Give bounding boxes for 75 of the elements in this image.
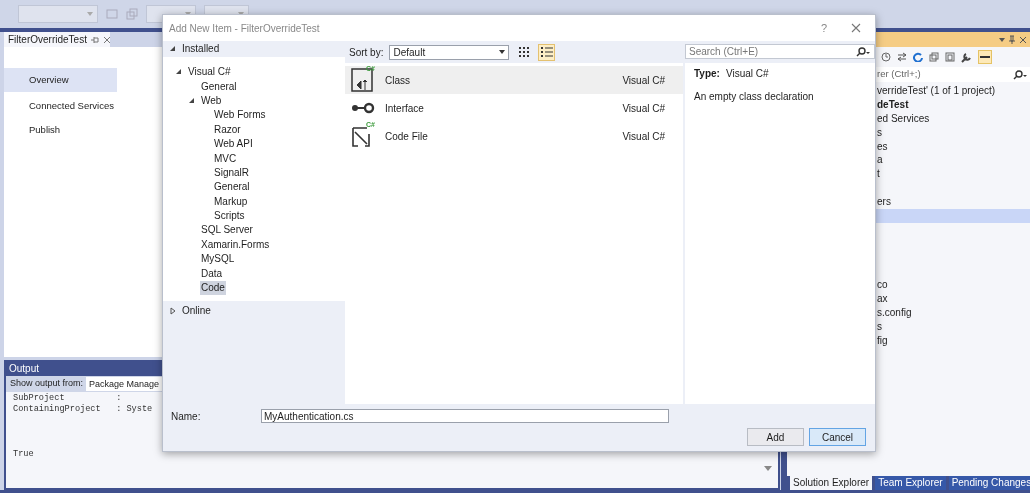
files-icon[interactable]: [945, 52, 955, 62]
field-label: Name:: [171, 409, 202, 424]
expand-arrow-icon[interactable]: [169, 307, 176, 315]
field-label: Type:: [694, 67, 720, 81]
caret-icon: [87, 12, 93, 16]
sync-icon[interactable]: [897, 52, 907, 62]
collapse-icon[interactable]: [929, 52, 939, 62]
name-field[interactable]: MyAuthentication.cs: [261, 409, 669, 423]
help-button[interactable]: ?: [820, 19, 827, 37]
grid-view-icon: [517, 46, 530, 58]
pin-icon[interactable]: [90, 35, 99, 44]
tree-item[interactable]: General: [200, 79, 238, 94]
collapse-arrow-icon[interactable]: [175, 68, 182, 77]
template-language: Visual C#: [622, 101, 665, 116]
template-name: Class: [385, 73, 411, 88]
tree-item[interactable]: Web API: [213, 137, 254, 152]
class-file-icon: [351, 68, 375, 92]
template-name: Interface: [385, 101, 425, 116]
description-text: An empty class declaration: [694, 90, 815, 104]
tree-item[interactable]: Visual C#: [187, 65, 232, 80]
scroll-down-icon[interactable]: [764, 466, 772, 472]
window-title: Add New Item - FilterOverrideTest: [169, 21, 321, 36]
tree-item[interactable]: Xamarin.Forms: [200, 237, 271, 252]
tree-item[interactable]: Scripts: [213, 209, 246, 224]
panel-tab[interactable]: Pending Changes: [948, 476, 1030, 490]
output-line: True: [13, 449, 35, 460]
nav-item[interactable]: Overview: [4, 68, 117, 92]
field-label: Show output from:: [10, 377, 84, 391]
history-icon[interactable]: [881, 52, 891, 62]
document-tab[interactable]: FilterOverrideTest: [4, 32, 110, 47]
tree-item[interactable]: MySQL: [200, 252, 236, 267]
sort-dropdown[interactable]: Default: [389, 44, 510, 60]
tree-item[interactable]: Installed: [181, 42, 221, 56]
collapse-arrow-icon[interactable]: [169, 45, 176, 53]
wrench-icon[interactable]: [961, 51, 972, 63]
search-icon: [855, 46, 871, 57]
dialog-button[interactable]: Cancel: [809, 428, 866, 446]
tree-item[interactable]: SQL Server: [200, 223, 254, 238]
pin-icon[interactable]: [1009, 35, 1015, 44]
close-icon[interactable]: [1019, 35, 1027, 44]
template-name: Code File: [385, 129, 429, 144]
dash-icon: [980, 55, 990, 59]
tree-item[interactable]: Markup: [213, 194, 249, 209]
search-field[interactable]: Search (Ctrl+E): [685, 44, 875, 59]
tree-item[interactable]: Online: [181, 304, 212, 318]
output-line: ContainingProject : Syste: [13, 404, 154, 415]
close-icon[interactable]: [851, 23, 861, 33]
preview-toggle[interactable]: [978, 50, 992, 64]
tree-item[interactable]: Razor: [213, 122, 242, 137]
view-toggle[interactable]: [538, 43, 556, 61]
collapse-arrow-icon[interactable]: [188, 96, 195, 105]
tree-item[interactable]: Web Forms: [213, 108, 267, 123]
field-label: Sort by:: [349, 45, 384, 60]
panel-tab[interactable]: Solution Explorer: [790, 476, 873, 490]
tree-item[interactable]: MVC: [213, 151, 238, 166]
tree-item[interactable]: General: [213, 180, 251, 195]
close-icon[interactable]: [102, 35, 111, 44]
list-view-icon: [540, 46, 553, 58]
caret-icon[interactable]: [999, 37, 1005, 42]
nav-item[interactable]: Publish: [4, 118, 117, 142]
tree-item[interactable]: Data: [200, 266, 224, 281]
tree-item[interactable]: SignalR: [213, 165, 251, 180]
tree-item[interactable]: Web: [200, 93, 223, 108]
refresh-icon[interactable]: [913, 52, 923, 62]
caret-icon: [499, 50, 506, 54]
field-value: Visual C#: [725, 67, 769, 81]
template-language: Visual C#: [622, 73, 665, 88]
output-line: SubProject :: [13, 393, 123, 404]
panel-tab[interactable]: Team Explorer: [875, 476, 946, 490]
template-item[interactable]: Interface Visual C#: [345, 94, 683, 122]
template-language: Visual C#: [622, 129, 665, 144]
tree-item[interactable]: Code: [200, 281, 226, 296]
nav-item[interactable]: Connected Services: [4, 94, 117, 118]
dialog-button[interactable]: Add: [747, 428, 804, 446]
search-icon[interactable]: [1013, 69, 1027, 80]
